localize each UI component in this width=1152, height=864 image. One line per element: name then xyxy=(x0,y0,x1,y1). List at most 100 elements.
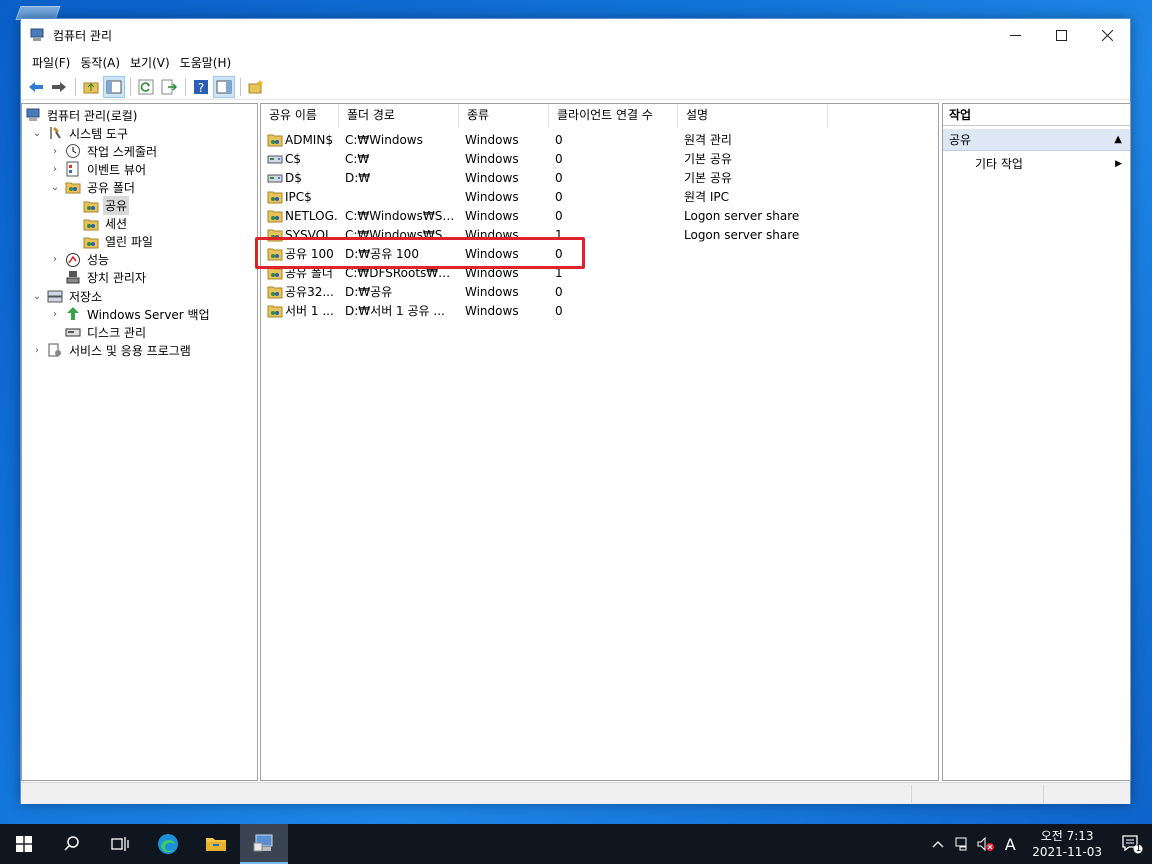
tree-item[interactable]: › 성능 xyxy=(49,251,111,269)
share-name: IPC$ xyxy=(285,189,312,204)
volume-muted-icon xyxy=(977,836,995,852)
services-icon xyxy=(47,342,63,358)
table-row[interactable]: 공유32... D:₩공유 Windows 0 xyxy=(261,282,938,301)
share-name-cell: 서버 1 ... xyxy=(261,302,339,319)
share-name-cell: 공유32... xyxy=(261,283,339,300)
back-button[interactable] xyxy=(25,76,47,98)
window-title: 컴퓨터 관리 xyxy=(53,29,113,43)
export-list-button[interactable] xyxy=(158,76,180,98)
volume-button[interactable] xyxy=(974,824,998,864)
new-share-button[interactable] xyxy=(245,76,267,98)
forward-arrow-icon xyxy=(52,81,66,92)
tree-item[interactable]: 세션 xyxy=(67,215,129,233)
tree-item[interactable]: 열린 파일 xyxy=(67,233,155,251)
close-button[interactable] xyxy=(1084,19,1130,51)
status-bar xyxy=(21,782,1130,804)
clock-date: 2021-11-03 xyxy=(1032,845,1102,859)
collapsed-chevron-icon[interactable]: › xyxy=(49,146,61,157)
computer-management-taskbar-button[interactable] xyxy=(240,824,288,864)
tree-item[interactable]: ⌄ 시스템 도구 xyxy=(31,124,130,142)
menu-help[interactable]: 도움말(H) xyxy=(175,54,237,71)
collapsed-chevron-icon[interactable]: › xyxy=(49,309,61,320)
menu-action[interactable]: 동작(A) xyxy=(75,54,125,71)
table-row[interactable]: IPC$ Windows 0 원격 IPC xyxy=(261,187,938,206)
tree-item[interactable]: › Windows Server 백업 xyxy=(49,305,212,323)
share-name: NETLOG... xyxy=(285,208,339,223)
share-name: C$ xyxy=(285,151,302,166)
refresh-icon xyxy=(138,79,154,94)
clock[interactable]: 오전 7:13 2021-11-03 xyxy=(1022,828,1112,860)
column-type[interactable]: 종류 xyxy=(459,104,549,128)
collapsed-chevron-icon[interactable]: › xyxy=(31,345,43,356)
tree-item[interactable]: 공유 xyxy=(67,196,130,215)
file-explorer-button[interactable] xyxy=(192,824,240,864)
minimize-button[interactable] xyxy=(992,19,1038,51)
refresh-button[interactable] xyxy=(135,76,157,98)
collapsed-chevron-icon[interactable]: › xyxy=(49,164,61,175)
tree-item[interactable]: ⌄ 저장소 xyxy=(31,287,104,305)
share-name: 서버 1 ... xyxy=(285,304,334,318)
start-button[interactable] xyxy=(0,824,48,864)
notification-center-button[interactable]: 1 xyxy=(1112,824,1152,864)
type-cell: Windows xyxy=(465,284,519,299)
shared-folder-icon xyxy=(267,304,283,318)
column-share-name[interactable]: 공유 이름 xyxy=(261,104,339,128)
device-manager-icon xyxy=(65,270,81,286)
share-name-cell: C$ xyxy=(261,152,339,166)
expanded-chevron-icon[interactable]: ⌄ xyxy=(49,182,61,193)
tree-item[interactable]: ⌄ 공유 폴더 xyxy=(49,178,137,196)
share-name-cell: IPC$ xyxy=(261,190,339,204)
shared-folder-icon xyxy=(267,285,283,299)
forward-button[interactable] xyxy=(48,76,70,98)
client-count-cell: 0 xyxy=(555,170,563,185)
expanded-chevron-icon[interactable]: ⌄ xyxy=(31,128,43,139)
system-tools-icon xyxy=(47,125,63,141)
tree-item-label: 세션 xyxy=(105,217,128,232)
tree-item[interactable]: 장치 관리자 xyxy=(49,269,148,287)
show-hide-tree-button[interactable] xyxy=(103,75,125,98)
tree-item[interactable]: › 서비스 및 응용 프로그램 xyxy=(31,341,193,359)
help-button[interactable]: ? xyxy=(190,76,212,98)
column-client-connections[interactable]: 클라이언트 연결 수 xyxy=(549,104,678,128)
computer-management-icon xyxy=(30,28,44,41)
show-hidden-icons-button[interactable] xyxy=(926,824,950,864)
table-row[interactable]: ADMIN$ C:₩Windows Windows 0 원격 관리 xyxy=(261,130,938,149)
task-view-button[interactable] xyxy=(96,824,144,864)
more-actions-item[interactable]: 기타 작업 ▶ xyxy=(943,154,1130,174)
table-row[interactable]: NETLOG... C:₩Windows₩SYS... Windows 0 Logon … xyxy=(261,206,938,225)
table-row[interactable]: 서버 1 ... D:₩서버 1 공유 ... Windows 0 xyxy=(261,301,938,320)
maximize-button[interactable] xyxy=(1038,19,1084,51)
tree-item[interactable]: › 작업 스케줄러 xyxy=(49,142,159,160)
edge-button[interactable] xyxy=(144,824,192,864)
collapsed-chevron-icon[interactable]: › xyxy=(49,254,61,265)
search-button[interactable] xyxy=(48,824,96,864)
column-folder-path[interactable]: 폴더 경로 xyxy=(339,104,459,128)
expanded-chevron-icon[interactable]: ⌄ xyxy=(31,291,43,302)
windows-logo-icon xyxy=(16,836,32,852)
title-bar[interactable]: 컴퓨터 관리 xyxy=(21,19,1130,51)
client-count-cell: 0 xyxy=(555,303,563,318)
type-cell: Windows xyxy=(465,170,519,185)
submenu-arrow-icon: ▶ xyxy=(1115,159,1122,169)
computer-management-icon xyxy=(25,107,41,123)
tree-item-label: 이벤트 뷰어 xyxy=(87,162,147,177)
actions-section-share[interactable]: 공유 ▲ xyxy=(943,129,1130,151)
event-viewer-icon xyxy=(65,161,81,177)
network-button[interactable] xyxy=(950,824,974,864)
table-row[interactable]: C$ C:₩ Windows 0 기본 공유 xyxy=(261,149,938,168)
menu-view[interactable]: 보기(V) xyxy=(125,54,175,71)
up-folder-button[interactable] xyxy=(80,76,102,98)
column-description[interactable]: 설명 xyxy=(678,104,828,128)
menu-file[interactable]: 파일(F) xyxy=(27,54,75,71)
share-name: D$ xyxy=(285,170,302,185)
svg-text:?: ? xyxy=(198,81,204,95)
back-arrow-icon xyxy=(29,81,43,92)
folder-up-icon xyxy=(83,82,99,93)
computer-management-window: 컴퓨터 관리 파일(F) 동작(A) 보기(V) 도움말(H) ? 컴퓨터 관리… xyxy=(20,18,1131,804)
tree-item[interactable]: 컴퓨터 관리(로컬) xyxy=(25,106,139,124)
ime-indicator[interactable]: A xyxy=(998,824,1022,864)
tree-item[interactable]: 디스크 관리 xyxy=(49,323,148,341)
tree-item[interactable]: › 이벤트 뷰어 xyxy=(49,160,148,178)
table-row[interactable]: D$ D:₩ Windows 0 기본 공유 xyxy=(261,168,938,187)
show-hide-action-pane-button[interactable] xyxy=(213,75,235,98)
